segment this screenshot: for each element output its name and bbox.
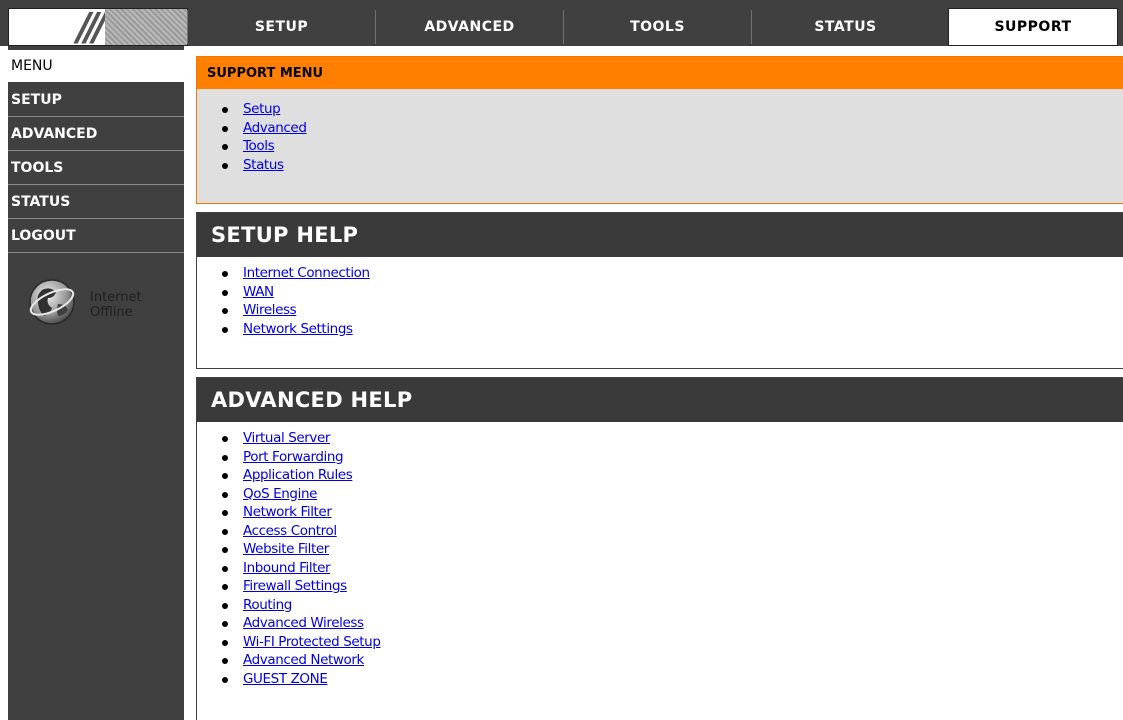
setup-help-title: SETUP HELP <box>197 213 1123 257</box>
link-firewall-settings[interactable]: Firewall Settings <box>243 578 347 594</box>
link-access-control[interactable]: Access Control <box>243 523 337 539</box>
advanced-help-title: ADVANCED HELP <box>197 378 1123 422</box>
list-item: Wireless <box>222 302 370 321</box>
logo-slashes-icon: /// <box>77 8 107 46</box>
list-item: Setup <box>221 101 306 120</box>
list-item: Wi-FI Protected Setup <box>222 634 381 653</box>
list-item: Virtual Server <box>222 430 381 449</box>
tab-support[interactable]: SUPPORT <box>948 8 1118 46</box>
link-inbound-filter[interactable]: Inbound Filter <box>243 560 331 576</box>
link-status[interactable]: Status <box>243 157 284 173</box>
sidebar-item-setup[interactable]: SETUP <box>8 84 184 117</box>
setup-help-list: Internet Connection WAN Wireless Network… <box>222 265 370 340</box>
internet-status: Internet Offline <box>28 278 178 328</box>
sidebar-item-advanced[interactable]: ADVANCED <box>8 118 184 151</box>
tab-status[interactable]: STATUS <box>751 10 939 44</box>
link-advanced-network[interactable]: Advanced Network <box>243 652 364 668</box>
advanced-help-panel: ADVANCED HELP Virtual Server Port Forwar… <box>196 377 1123 720</box>
link-tools[interactable]: Tools <box>243 138 275 154</box>
support-menu-list: Setup Advanced Tools Status <box>221 101 307 176</box>
link-wifi-protected-setup[interactable]: Wi-FI Protected Setup <box>243 634 381 650</box>
link-application-rules[interactable]: Application Rules <box>243 467 353 483</box>
list-item: Tools <box>221 138 306 157</box>
link-network-settings[interactable]: Network Settings <box>243 321 353 337</box>
link-qos-engine[interactable]: QoS Engine <box>243 486 317 502</box>
list-item: Advanced Wireless <box>222 615 381 634</box>
link-advanced[interactable]: Advanced <box>243 120 307 136</box>
globe-icon <box>29 279 75 325</box>
list-item: Website Filter <box>222 541 381 560</box>
list-item: Firewall Settings <box>222 578 381 597</box>
sidebar-item-status[interactable]: STATUS <box>8 186 184 219</box>
tab-setup[interactable]: SETUP <box>187 10 375 44</box>
top-nav-bar: /// SETUP ADVANCED TOOLS STATUS SUPPORT <box>0 0 1123 46</box>
list-item: Advanced Network <box>222 652 381 671</box>
list-item: Network Filter <box>222 504 381 523</box>
status-line-2: Offline <box>90 305 133 320</box>
link-wan[interactable]: WAN <box>243 284 274 300</box>
link-port-forwarding[interactable]: Port Forwarding <box>243 449 344 465</box>
link-advanced-wireless[interactable]: Advanced Wireless <box>243 615 364 631</box>
setup-help-panel: SETUP HELP Internet Connection WAN Wirel… <box>196 212 1123 369</box>
link-guest-zone[interactable]: GUEST ZONE <box>243 671 328 687</box>
status-line-1: Internet <box>90 290 142 305</box>
list-item: Status <box>221 157 306 176</box>
list-item: Network Settings <box>222 321 370 340</box>
list-item: Internet Connection <box>222 265 370 284</box>
internet-status-text: Internet Offline <box>90 290 142 320</box>
tab-advanced[interactable]: ADVANCED <box>375 10 563 44</box>
list-item: WAN <box>222 284 370 303</box>
list-item: Port Forwarding <box>222 449 381 468</box>
link-routing[interactable]: Routing <box>243 597 292 613</box>
sidebar-item-logout[interactable]: LOGOUT <box>8 220 184 253</box>
link-website-filter[interactable]: Website Filter <box>243 541 329 557</box>
list-item: Access Control <box>222 523 381 542</box>
link-internet-connection[interactable]: Internet Connection <box>243 265 370 281</box>
list-item: QoS Engine <box>222 486 381 505</box>
list-item: Routing <box>222 597 381 616</box>
list-item: Inbound Filter <box>222 560 381 579</box>
list-item: Application Rules <box>222 467 381 486</box>
support-menu-panel: SUPPORT MENU Setup Advanced Tools Status <box>196 56 1123 204</box>
brand-logo: /// <box>8 8 188 46</box>
sidebar: MENU SETUP ADVANCED TOOLS STATUS LOGOUT … <box>8 46 184 720</box>
tab-tools[interactable]: TOOLS <box>563 10 751 44</box>
support-menu-title: SUPPORT MENU <box>197 57 1123 89</box>
list-item: Advanced <box>221 120 307 139</box>
main-content: SUPPORT MENU Setup Advanced Tools Status… <box>196 46 1123 720</box>
link-wireless[interactable]: Wireless <box>243 302 297 318</box>
link-setup[interactable]: Setup <box>243 101 281 117</box>
link-network-filter[interactable]: Network Filter <box>243 504 332 520</box>
logo-stripes <box>105 9 187 45</box>
advanced-help-list: Virtual Server Port Forwarding Applicati… <box>222 430 381 690</box>
sidebar-item-menu[interactable]: MENU <box>8 50 184 83</box>
list-item: GUEST ZONE <box>222 671 381 690</box>
sidebar-item-tools[interactable]: TOOLS <box>8 152 184 185</box>
link-virtual-server[interactable]: Virtual Server <box>243 430 330 446</box>
